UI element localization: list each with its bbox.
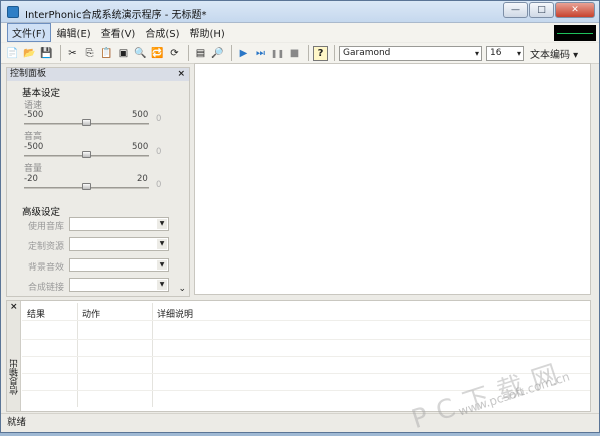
background-sound-select[interactable]: ▼ [69,258,169,272]
chevron-down-icon: ▼ [157,219,167,229]
app-icon [7,6,19,18]
speed-value: 0 [156,114,162,124]
menu-help[interactable]: 帮助(H) [186,24,229,41]
background-sound-label: 背景音效 [28,263,65,273]
control-panel: 控制面板 × 基本设定 语速 -500 500 0 音高 -500 500 0 … [6,67,190,297]
control-panel-title: 控制面板 [10,69,47,79]
volume-slider-thumb[interactable] [82,183,91,190]
pitch-value: 0 [156,147,162,157]
row-divider [22,356,590,357]
chevron-down-icon: ▼ [157,239,167,249]
speed-max: 500 [132,110,149,120]
volume-value: 0 [156,180,162,190]
menu-file[interactable]: 文件(F) [7,23,51,42]
window-title: InterPhonic合成系统演示程序 - 无标题* [25,10,207,21]
pause-icon[interactable]: ❚❚ [270,46,285,61]
new-file-icon[interactable]: 📄 [5,46,20,61]
voice-library-select[interactable]: ▼ [69,217,169,231]
column-header-details[interactable]: 详细说明 [157,307,193,320]
toolbar-separator [60,45,61,61]
pitch-max: 500 [132,142,149,152]
toolbar-separator [188,45,189,61]
row-divider [22,339,590,340]
close-icon[interactable]: × [177,68,185,81]
refresh-icon[interactable]: ⟳ [167,46,182,61]
chevron-down-icon: ▾ [474,48,479,58]
volume-max: 20 [137,174,148,184]
speed-slider-thumb[interactable] [82,119,91,126]
custom-resource-select[interactable]: ▼ [69,237,169,251]
font-size-value: 16 [490,47,502,58]
synth-document-icon[interactable]: ▤ [193,46,208,61]
toolbar-separator [308,45,309,61]
output-side-bar: × 信息输出 [7,301,21,411]
paste-icon[interactable]: 📋 [99,46,114,61]
minimize-button[interactable]: — [503,2,528,18]
font-select[interactable]: Garamond ▾ [339,45,482,61]
image-icon[interactable]: ▣ [116,46,131,61]
volume-min: -20 [24,174,38,184]
column-header-action[interactable]: 动作 [82,307,100,320]
menu-view[interactable]: 查看(V) [97,24,140,41]
column-header-result[interactable]: 结果 [27,307,45,320]
voice-library-label: 使用音库 [28,222,65,232]
app-window: InterPhonic合成系统演示程序 - 无标题* — □ ✕ 文件(F) 编… [0,0,600,435]
cut-icon[interactable]: ✂ [65,46,80,61]
pitch-label: 音高 [24,132,43,142]
pitch-slider-thumb[interactable] [82,151,91,158]
window-controls: — □ ✕ [503,2,595,18]
menu-bar: 文件(F) 编辑(E) 查看(V) 合成(S) 帮助(H) [1,23,599,42]
synth-link-label: 合成链接 [28,283,65,293]
chevron-down-icon: ▼ [157,280,167,290]
font-select-value: Garamond [343,47,391,58]
toolbar: 📄 📂 💾 ✂ ⎘ 📋 ▣ 🔍 🔁 ⟳ ▤ 🔎 ▶ ⏭ ❚❚ ■ ? Garam… [1,43,599,64]
expand-icon[interactable]: ⌄ [178,284,186,294]
toolbar-separator [334,45,335,61]
synth-link-select[interactable]: ▼ [69,278,169,292]
synth-search-icon[interactable]: 🔎 [210,46,225,61]
header-divider [22,320,590,321]
output-side-label: 信息输出 [10,359,20,395]
basic-settings-title: 基本设定 [22,88,61,99]
chevron-down-icon: ▾ [516,48,521,58]
pitch-min: -500 [24,142,44,152]
play-icon[interactable]: ▶ [236,46,251,61]
title-bar: InterPhonic合成系统演示程序 - 无标题* — □ ✕ [1,1,599,23]
encoding-button[interactable]: 文本编码 ▾ [530,46,578,61]
toolbar-separator [231,45,232,61]
close-button[interactable]: ✕ [555,2,595,18]
play-from-cursor-icon[interactable]: ⏭ [253,46,268,61]
copy-icon[interactable]: ⎘ [82,46,97,61]
help-icon[interactable]: ? [313,45,328,61]
column-divider [77,303,78,407]
level-meter [554,25,596,41]
custom-resource-label: 定制资源 [28,242,65,252]
text-editor[interactable] [194,63,591,295]
find-icon[interactable]: 🔍 [133,46,148,61]
advanced-settings-title: 高级设定 [22,207,61,218]
replace-icon[interactable]: 🔁 [150,46,165,61]
font-size-select[interactable]: 16 ▾ [486,45,524,61]
volume-label: 音量 [24,164,43,174]
chevron-down-icon: ▼ [157,260,167,270]
control-panel-header: 控制面板 × [7,68,189,81]
open-folder-icon[interactable]: 📂 [22,46,37,61]
stop-icon[interactable]: ■ [287,46,302,61]
maximize-button[interactable]: □ [529,2,554,18]
save-icon[interactable]: 💾 [39,46,54,61]
speed-min: -500 [24,110,44,120]
close-icon[interactable]: × [10,302,18,312]
column-divider [152,303,153,407]
menu-edit[interactable]: 编辑(E) [53,24,95,41]
menu-synthesize[interactable]: 合成(S) [141,24,183,41]
status-bar: 就绪 [1,413,599,432]
